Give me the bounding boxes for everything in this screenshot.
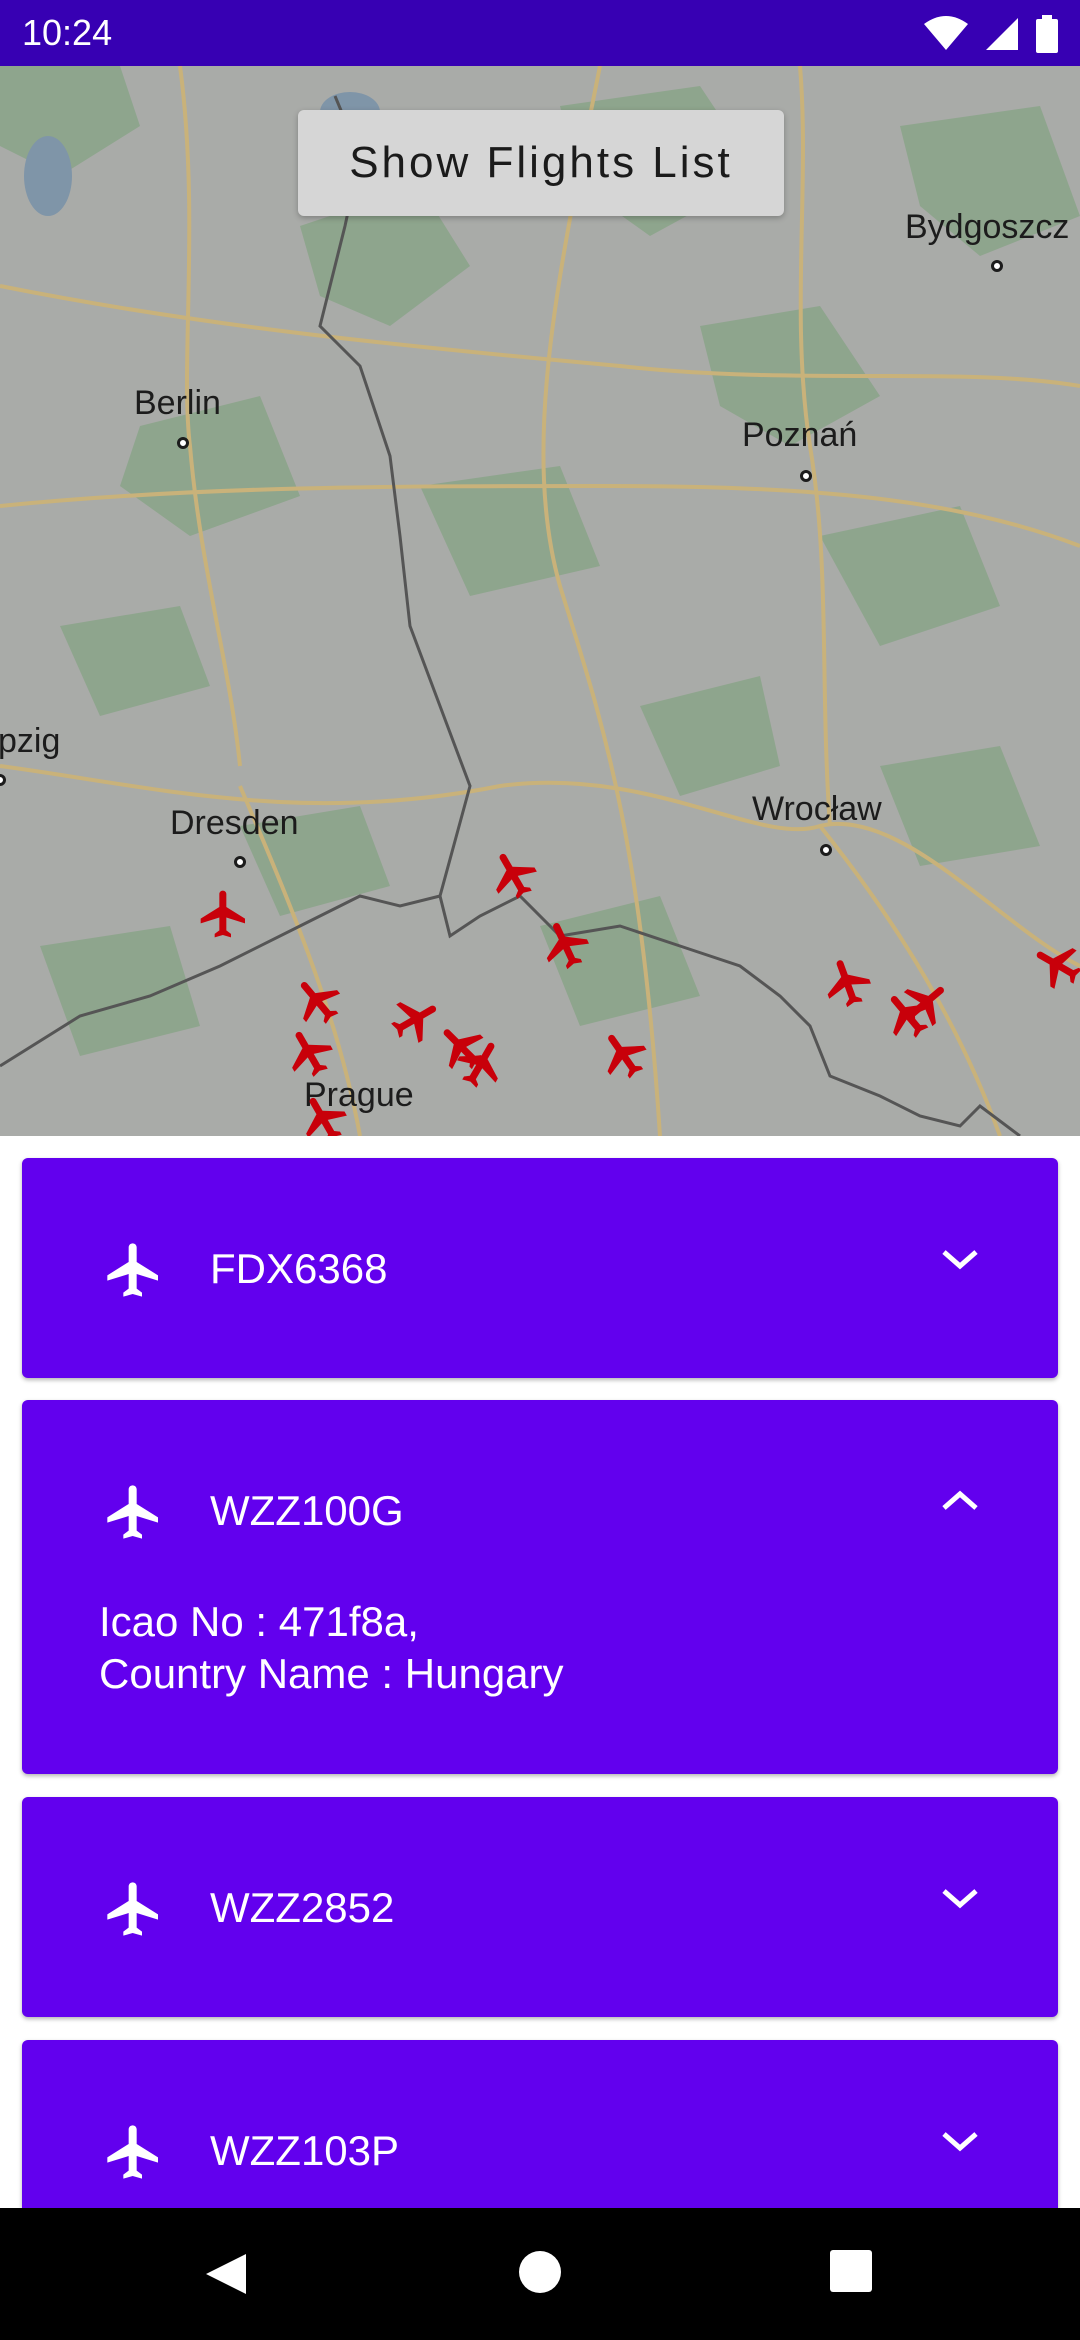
- city-dot-berlin: [177, 437, 189, 449]
- wifi-icon: [924, 16, 968, 50]
- navigation-bar: [0, 2208, 1080, 2340]
- icao-number: Icao No : 471f8a,: [99, 1598, 419, 1645]
- airplane-icon: [107, 1243, 158, 1297]
- flight-card-header[interactable]: WZZ2852: [22, 1797, 1058, 2017]
- show-flights-list-button[interactable]: Show Flights List: [298, 110, 784, 216]
- city-dot-bydgoszcz: [991, 260, 1003, 272]
- country-name: Country Name : Hungary: [99, 1650, 564, 1697]
- flight-code: FDX6368: [210, 1245, 388, 1292]
- flight-card[interactable]: WZZ2852: [22, 1797, 1058, 2017]
- flight-card[interactable]: FDX6368: [22, 1158, 1058, 1378]
- flight-map[interactable]: Berlin Poznań Bydgoszcz Dresden Wrocław …: [0, 66, 1080, 1136]
- city-dot-wroclaw: [820, 844, 832, 856]
- city-label-poznan: Poznań: [742, 416, 858, 454]
- flight-code: WZZ2852: [210, 1884, 395, 1931]
- flight-card-expanded[interactable]: WZZ100G Icao No : 471f8a, Country Name :…: [22, 1400, 1058, 1774]
- flight-card-header[interactable]: WZZ100G: [22, 1400, 1058, 1620]
- status-icons: [924, 14, 1058, 54]
- city-dot-poznan: [800, 470, 812, 482]
- chevron-up-icon[interactable]: [938, 1486, 982, 1518]
- plane-marker[interactable]: [196, 886, 252, 942]
- city-label-bydgoszcz: Bydgoszcz: [905, 208, 1070, 246]
- city-label-leipzig: pzig: [0, 722, 61, 760]
- flight-card[interactable]: WZZ103P: [22, 2040, 1058, 2208]
- flight-code: WZZ100G: [210, 1487, 404, 1534]
- airplane-icon: [107, 1882, 158, 1936]
- flight-card-header[interactable]: FDX6368: [22, 1158, 1058, 1378]
- flight-code: WZZ103P: [210, 2127, 400, 2174]
- chevron-down-icon[interactable]: [938, 2126, 982, 2158]
- back-icon[interactable]: [200, 2250, 250, 2298]
- recents-icon[interactable]: [830, 2250, 872, 2292]
- city-label-dresden: Dresden: [170, 804, 299, 842]
- airplane-icon: [107, 2125, 158, 2179]
- city-label-berlin: Berlin: [134, 384, 221, 422]
- city-dot-dresden: [234, 856, 246, 868]
- chevron-down-icon[interactable]: [938, 1883, 982, 1915]
- flight-details: Icao No : 471f8a, Country Name : Hungary: [99, 1596, 564, 1700]
- status-time: 10:24: [22, 12, 113, 53]
- airplane-icon: [107, 1485, 158, 1539]
- signal-icon: [986, 18, 1018, 50]
- battery-icon: [1036, 15, 1058, 53]
- home-icon[interactable]: [518, 2250, 562, 2294]
- status-bar: 10:24: [0, 0, 1080, 66]
- city-label-wroclaw: Wrocław: [752, 790, 882, 828]
- chevron-down-icon[interactable]: [938, 1244, 982, 1276]
